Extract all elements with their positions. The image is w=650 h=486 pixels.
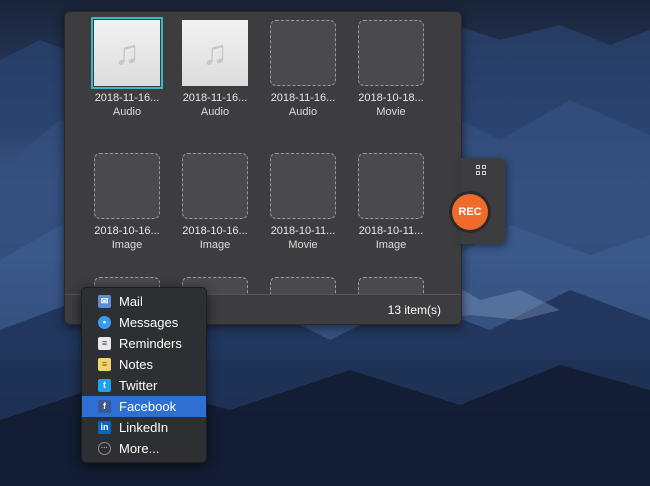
share-menu-item-reminders[interactable]: ≡ Reminders	[82, 333, 206, 354]
file-type: Audio	[288, 106, 318, 118]
menu-item-label: Twitter	[119, 378, 158, 393]
file-tile[interactable]: ♫ 2018-11-16... Audio	[87, 17, 167, 118]
file-tile[interactable]: ♫ 2018-11-16... Audio	[175, 20, 255, 118]
file-name: 2018-10-11...	[270, 225, 336, 237]
mail-icon: ✉	[98, 295, 111, 308]
share-menu-item-notes[interactable]: ≡ Notes	[82, 354, 206, 375]
placeholder-thumbnail	[94, 153, 160, 219]
file-type: Movie	[288, 239, 318, 251]
share-menu-item-mail[interactable]: ✉ Mail	[82, 291, 206, 312]
menu-item-label: Reminders	[119, 336, 182, 351]
menu-item-label: LinkedIn	[119, 420, 169, 435]
file-tile[interactable]: 2018-10-16... Image	[175, 153, 255, 251]
file-tile-partial[interactable]	[351, 277, 431, 294]
share-menu-item-facebook[interactable]: f Facebook	[82, 396, 206, 417]
file-type: Movie	[376, 106, 406, 118]
placeholder-thumbnail	[270, 153, 336, 219]
share-menu-item-linkedin[interactable]: in LinkedIn	[82, 417, 206, 438]
file-tile[interactable]: 2018-11-16... Audio	[263, 20, 343, 118]
file-type: Image	[111, 239, 143, 251]
more-icon: ···	[98, 442, 111, 455]
file-tile[interactable]: 2018-10-18... Movie	[351, 20, 431, 118]
placeholder-thumbnail	[182, 153, 248, 219]
facebook-icon: f	[98, 400, 111, 413]
file-tile-partial[interactable]	[263, 277, 343, 294]
file-name: 2018-11-16...	[270, 92, 336, 104]
share-menu-item-more[interactable]: ··· More...	[82, 438, 206, 459]
placeholder-thumbnail	[270, 277, 336, 294]
file-type: Audio	[200, 106, 230, 118]
messages-icon: •	[98, 316, 111, 329]
file-name: 2018-10-16...	[182, 225, 248, 237]
file-name: 2018-10-11...	[358, 225, 424, 237]
recorder-widget: REC	[452, 158, 505, 244]
file-tile[interactable]: 2018-10-11... Image	[351, 153, 431, 251]
placeholder-thumbnail	[358, 20, 424, 86]
audio-thumbnail: ♫	[182, 20, 248, 86]
file-name: 2018-10-16...	[94, 225, 160, 237]
file-type: Image	[375, 239, 407, 251]
record-button[interactable]: REC	[452, 194, 488, 230]
placeholder-thumbnail	[358, 153, 424, 219]
reminders-icon: ≡	[98, 337, 111, 350]
file-name: 2018-11-16...	[182, 92, 248, 104]
menu-item-label: Notes	[119, 357, 153, 372]
audio-thumbnail: ♫	[91, 17, 163, 89]
twitter-icon: t	[98, 379, 111, 392]
file-name: 2018-10-18...	[358, 92, 424, 104]
item-count: 13 item(s)	[387, 303, 441, 317]
placeholder-thumbnail	[358, 277, 424, 294]
menu-item-label: Messages	[119, 315, 179, 330]
grid-view-icon[interactable]	[476, 165, 488, 177]
menu-item-label: More...	[119, 441, 160, 456]
share-menu: ✉ Mail • Messages ≡ Reminders ≡ Notes t …	[81, 287, 207, 463]
menu-item-label: Mail	[119, 294, 143, 309]
file-name: 2018-11-16...	[94, 92, 160, 104]
file-tile[interactable]: 2018-10-11... Movie	[263, 153, 343, 251]
share-menu-item-messages[interactable]: • Messages	[82, 312, 206, 333]
music-note-icon: ♫	[114, 34, 140, 72]
menu-item-label: Facebook	[119, 399, 177, 414]
files-popover: ♫ 2018-11-16... Audio ♫ 2018-11-16... Au…	[64, 11, 462, 325]
linkedin-icon: in	[98, 421, 111, 434]
placeholder-thumbnail	[270, 20, 336, 86]
share-menu-item-twitter[interactable]: t Twitter	[82, 375, 206, 396]
notes-icon: ≡	[98, 358, 111, 371]
file-type: Image	[199, 239, 231, 251]
file-type: Audio	[112, 106, 142, 118]
file-tile[interactable]: 2018-10-16... Image	[87, 153, 167, 251]
music-note-icon: ♫	[202, 34, 228, 72]
files-grid: ♫ 2018-11-16... Audio ♫ 2018-11-16... Au…	[65, 12, 461, 294]
